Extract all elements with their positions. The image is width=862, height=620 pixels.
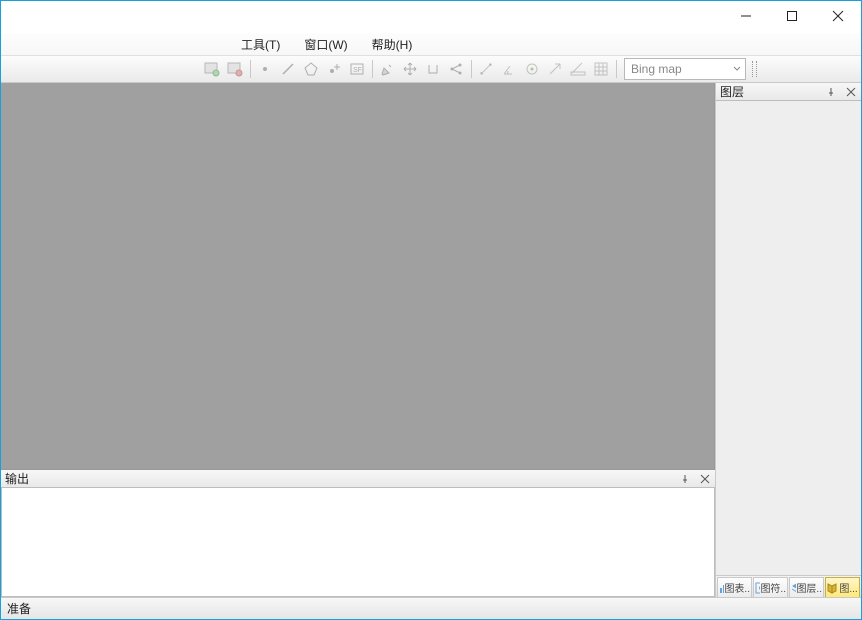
separator <box>369 58 375 80</box>
menu-help[interactable]: 帮助(H) <box>368 34 417 55</box>
separator <box>613 58 619 80</box>
separator <box>468 58 474 80</box>
tab-map[interactable]: 图... <box>825 577 860 597</box>
tab-symbol[interactable]: 图符.. <box>753 577 788 597</box>
toolbar: SF Bing map <box>1 55 861 83</box>
tab-label: 图表.. <box>724 580 750 595</box>
measure-line-button[interactable] <box>475 58 497 80</box>
arrow-tool-button[interactable] <box>544 58 566 80</box>
line-tool-button[interactable] <box>277 58 299 80</box>
grid-tool-button[interactable] <box>590 58 612 80</box>
branch-tool-button[interactable] <box>445 58 467 80</box>
tab-chart[interactable]: 图表.. <box>717 577 752 597</box>
toolbar-grip[interactable] <box>751 58 757 80</box>
menu-window[interactable]: 窗口(W) <box>300 34 351 55</box>
ruler-tool-button[interactable] <box>567 58 589 80</box>
left-column: 输出 <box>1 83 715 597</box>
tab-label: 图符.. <box>760 580 786 595</box>
minimize-button[interactable] <box>723 1 769 31</box>
close-button[interactable] <box>815 1 861 31</box>
tab-label: 图层.. <box>796 580 822 595</box>
layers-body[interactable] <box>716 101 861 575</box>
map-canvas[interactable] <box>1 83 715 469</box>
menu-tools[interactable]: 工具(T) <box>237 34 284 55</box>
polygon-tool-button[interactable] <box>300 58 322 80</box>
measure-angle-button[interactable] <box>498 58 520 80</box>
status-text: 准备 <box>7 600 31 617</box>
close-panel-button[interactable] <box>843 84 859 100</box>
point-tool-button[interactable] <box>254 58 276 80</box>
map-provider-select[interactable]: Bing map <box>624 58 746 80</box>
close-panel-button[interactable] <box>697 471 713 487</box>
map-provider-value: Bing map <box>631 62 682 76</box>
tab-layer[interactable]: 图层.. <box>789 577 824 597</box>
chevron-down-icon <box>733 65 741 73</box>
add-image-layer-button[interactable] <box>201 58 223 80</box>
edit-tool-button[interactable] <box>376 58 398 80</box>
svg-text:SF: SF <box>353 67 362 74</box>
tab-label: 图... <box>839 580 857 595</box>
output-panel: 输出 <box>1 469 715 597</box>
layers-panel: 图层 图表.. 图符.. 图层.. 图... <box>715 83 861 597</box>
snap-circle-button[interactable] <box>521 58 543 80</box>
window-controls <box>723 1 861 31</box>
move-tool-button[interactable] <box>399 58 421 80</box>
menubar: 工具(T) 窗口(W) 帮助(H) <box>1 33 861 55</box>
maximize-button[interactable] <box>769 1 815 31</box>
add-point-tool-button[interactable] <box>323 58 345 80</box>
output-panel-header: 输出 <box>1 470 715 488</box>
output-body[interactable] <box>1 488 715 597</box>
flip-tool-button[interactable] <box>422 58 444 80</box>
pin-button[interactable] <box>677 471 693 487</box>
sf-tool-button[interactable]: SF <box>346 58 368 80</box>
statusbar: 准备 <box>1 597 861 619</box>
layers-panel-title: 图层 <box>720 83 819 100</box>
separator <box>247 58 253 80</box>
titlebar <box>1 1 861 33</box>
pin-button[interactable] <box>823 84 839 100</box>
layers-tab-strip: 图表.. 图符.. 图层.. 图... <box>716 575 861 597</box>
add-grid-layer-button[interactable] <box>224 58 246 80</box>
output-panel-title: 输出 <box>5 470 673 487</box>
map-icon <box>827 582 839 594</box>
main-area: 输出 图层 图表.. <box>1 83 861 597</box>
layers-panel-header: 图层 <box>716 83 861 101</box>
